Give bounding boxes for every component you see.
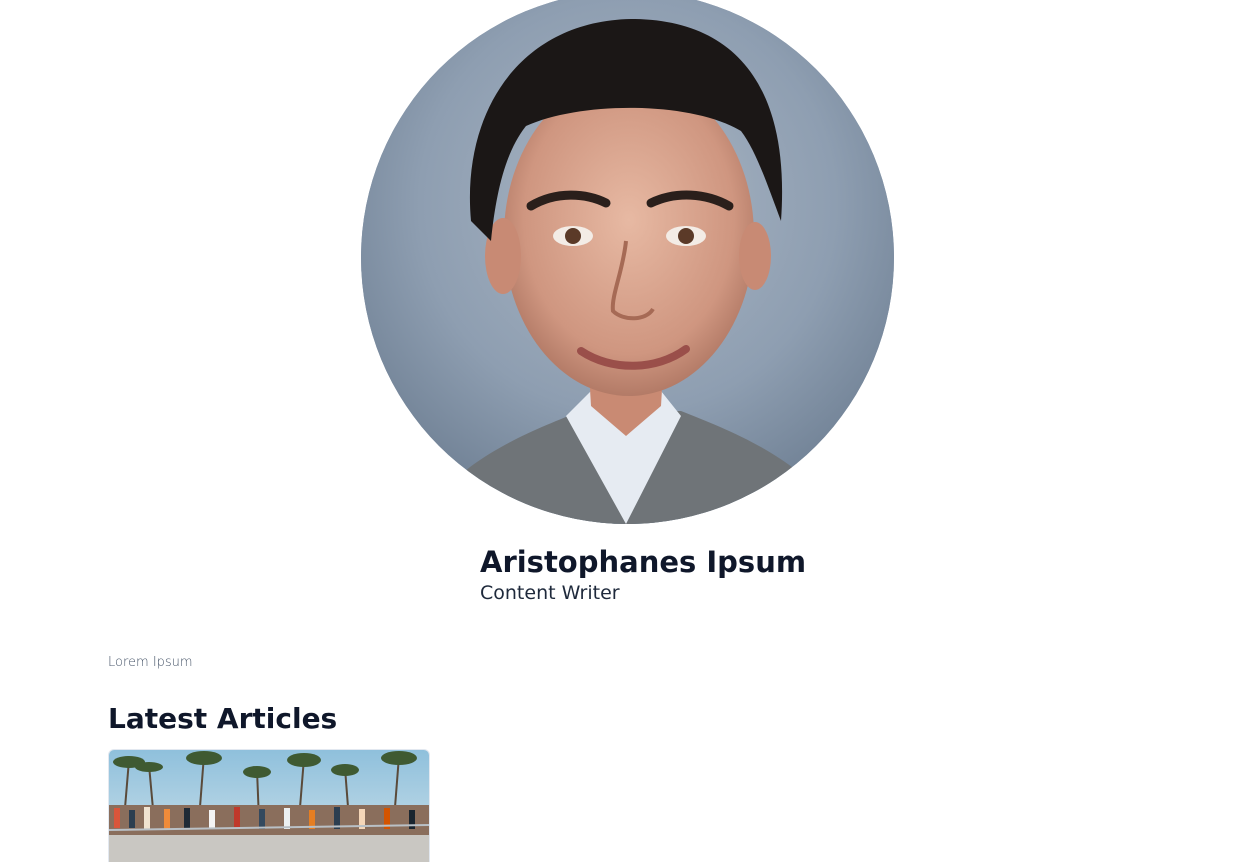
author-name: Aristophanes Ipsum [480,545,807,579]
author-avatar [361,0,894,524]
author-role: Content Writer [480,582,620,604]
latest-articles-title: Latest Articles [108,702,338,735]
author-bio: Lorem Ipsum [108,655,193,670]
author-page: Aristophanes Ipsum Content Writer Lorem … [0,0,1260,862]
author-portrait-photo [361,0,894,524]
article-card[interactable] [108,749,430,862]
beach-boardwalk-photo [109,750,429,862]
